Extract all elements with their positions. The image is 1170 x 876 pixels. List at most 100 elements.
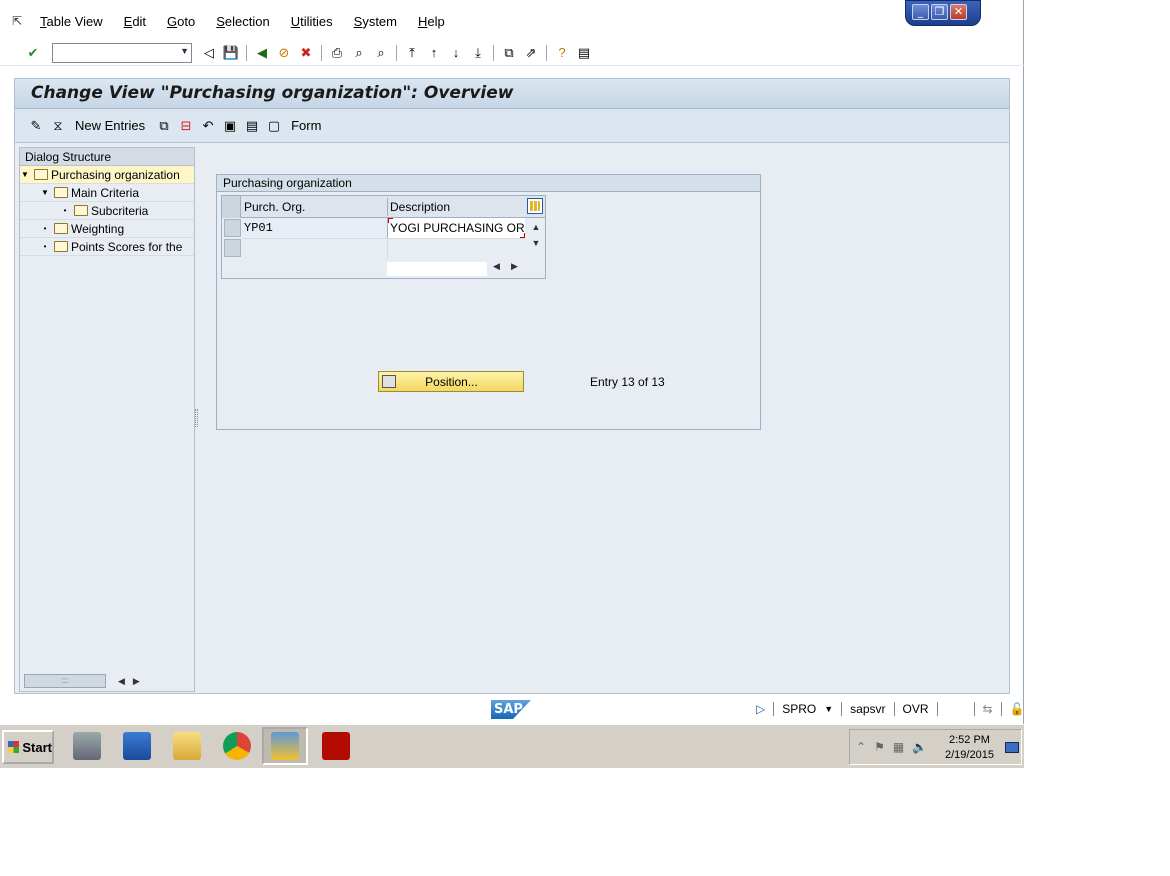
start-button[interactable]: Start: [2, 730, 54, 764]
chevron-down-icon[interactable]: ▼: [180, 46, 189, 56]
action-center-flag-icon[interactable]: ⚑: [874, 740, 885, 754]
taskbar-chrome[interactable]: [214, 727, 260, 765]
row-selector[interactable]: [224, 219, 241, 237]
show-hidden-icon[interactable]: ⌃: [856, 740, 866, 754]
volume-icon[interactable]: 🔈: [912, 740, 927, 754]
position-button[interactable]: Position...: [378, 371, 524, 392]
taskbar-server-manager[interactable]: [64, 727, 110, 765]
taskbar-acrobat[interactable]: [313, 727, 359, 765]
divider: [936, 702, 938, 716]
insert-mode[interactable]: OVR: [903, 702, 929, 716]
folder-icon: [173, 732, 201, 760]
taskbar-powershell[interactable]: [114, 727, 160, 765]
menu-table-view[interactable]: Table View: [40, 14, 103, 29]
network-icon[interactable]: ▦: [893, 740, 904, 754]
table-control: Purch. Org. Description YP01 YOGI PURCHA…: [221, 195, 546, 279]
help-icon[interactable]: ?: [553, 44, 571, 62]
cancel-icon[interactable]: ✖: [297, 44, 315, 62]
tree-splitter[interactable]: [195, 409, 198, 427]
table-header: Purch. Org. Description: [222, 196, 545, 218]
form-button[interactable]: Form: [291, 118, 321, 133]
save-icon[interactable]: 💾: [222, 44, 240, 62]
close-icon[interactable]: ✕: [950, 4, 967, 20]
show-desktop-icon[interactable]: [1005, 742, 1019, 753]
menu-exit-icon[interactable]: ⇱: [12, 14, 28, 28]
table-row-empty: [242, 238, 525, 259]
print-icon[interactable]: ⎙: [328, 44, 346, 62]
scroll-right-icon[interactable]: ▶: [133, 676, 140, 687]
chevron-down-icon[interactable]: ▼: [824, 704, 833, 714]
tree-item-label: Points Scores for the: [71, 239, 183, 254]
tree-item-weighting[interactable]: • Weighting: [20, 220, 194, 238]
customize-layout-icon[interactable]: ▤: [575, 44, 593, 62]
scroll-thumb[interactable]: :::: [24, 674, 106, 688]
taskbar-sap-logon[interactable]: [262, 727, 308, 765]
select-all-column[interactable]: [222, 196, 241, 218]
taskbar-explorer[interactable]: [164, 727, 210, 765]
powershell-icon: [123, 732, 151, 760]
clock[interactable]: 2:52 PM 2/19/2015: [945, 733, 994, 763]
expand-triangle-icon[interactable]: ▼: [40, 188, 50, 197]
last-page-icon[interactable]: ⤓: [469, 44, 487, 62]
scroll-left-icon[interactable]: ◀: [118, 676, 125, 687]
tree-item-purchasing-organization[interactable]: ▼ Purchasing organization: [20, 166, 194, 184]
other-view-icon[interactable]: ⧖: [49, 117, 67, 135]
enter-check-icon[interactable]: ✔: [24, 44, 42, 62]
command-field[interactable]: ▼: [52, 42, 192, 63]
bullet-icon: •: [43, 242, 47, 251]
delete-icon[interactable]: ⊟: [177, 117, 195, 135]
menu-edit[interactable]: Edit: [124, 14, 146, 29]
divider: [841, 702, 843, 716]
restore-icon[interactable]: ❐: [931, 4, 948, 20]
collapse-left-icon[interactable]: ◁: [200, 44, 218, 62]
shortcut-icon[interactable]: ⇗: [522, 44, 540, 62]
deselect-all-icon[interactable]: ▢: [265, 117, 283, 135]
first-page-icon[interactable]: ⤒: [403, 44, 421, 62]
table-settings-icon[interactable]: [527, 198, 543, 214]
menu-selection[interactable]: Selection: [216, 14, 269, 29]
tree-item-main-criteria[interactable]: ▼ Main Criteria: [20, 184, 194, 202]
back-icon[interactable]: ◀: [253, 44, 271, 62]
expand-triangle-icon[interactable]: ▷: [756, 702, 765, 716]
tree-item-points-scores[interactable]: • Points Scores for the: [20, 238, 194, 256]
find-icon[interactable]: ⌕: [350, 44, 368, 62]
tree-horizontal-scrollbar[interactable]: ::: ◀ ▶: [20, 673, 194, 689]
table-horizontal-scrollbar[interactable]: ◀ ▶: [387, 261, 525, 277]
new-entries-button[interactable]: New Entries: [75, 118, 145, 133]
copy-as-icon[interactable]: ⧉: [155, 117, 173, 135]
find-next-icon[interactable]: ⌕: [372, 44, 390, 62]
scroll-up-icon[interactable]: ▲: [527, 222, 545, 232]
menu-system[interactable]: System: [354, 14, 397, 29]
table-vertical-scrollbar[interactable]: ▲ ▼: [527, 218, 545, 258]
menu-utilities[interactable]: Utilities: [291, 14, 333, 29]
system-tray: ⌃ ⚑ ▦ 🔈 2:52 PM 2/19/2015: [849, 729, 1022, 765]
scroll-left-icon[interactable]: ◀: [493, 261, 500, 272]
menu-bar: ⇱ Table View Edit Goto Selection Utiliti…: [0, 8, 900, 34]
previous-page-icon[interactable]: ↑: [425, 44, 443, 62]
scroll-right-icon[interactable]: ▶: [511, 261, 518, 272]
next-page-icon[interactable]: ↓: [447, 44, 465, 62]
acrobat-icon: [322, 732, 350, 760]
column-header-purch-org[interactable]: Purch. Org.: [242, 200, 386, 214]
cell-purch-org[interactable]: YP01: [242, 218, 386, 238]
new-session-icon[interactable]: ⧉: [500, 44, 518, 62]
menu-goto[interactable]: Goto: [167, 14, 195, 29]
toolbar-separator: [321, 44, 322, 61]
tree-item-subcriteria[interactable]: • Subcriteria: [20, 202, 194, 220]
scroll-track[interactable]: [387, 262, 487, 276]
row-selector[interactable]: [224, 239, 241, 257]
select-all-icon[interactable]: ▣: [221, 117, 239, 135]
scroll-down-icon[interactable]: ▼: [527, 238, 545, 248]
folder-icon: [74, 205, 88, 216]
column-header-description[interactable]: Description: [387, 198, 523, 216]
exit-icon[interactable]: ⊘: [275, 44, 293, 62]
undo-change-icon[interactable]: ↶: [199, 117, 217, 135]
dialog-structure-tree: Dialog Structure ▼ Purchasing organizati…: [19, 147, 195, 692]
minimize-icon[interactable]: _: [912, 4, 929, 20]
expand-triangle-icon[interactable]: ▼: [20, 170, 30, 179]
menu-help[interactable]: Help: [418, 14, 445, 29]
lock-icon[interactable]: 🔓: [1010, 702, 1025, 716]
cell-description[interactable]: YOGI PURCHASING ORG: [387, 218, 525, 238]
display-change-icon[interactable]: ✎: [27, 117, 45, 135]
select-block-icon[interactable]: ▤: [243, 117, 261, 135]
